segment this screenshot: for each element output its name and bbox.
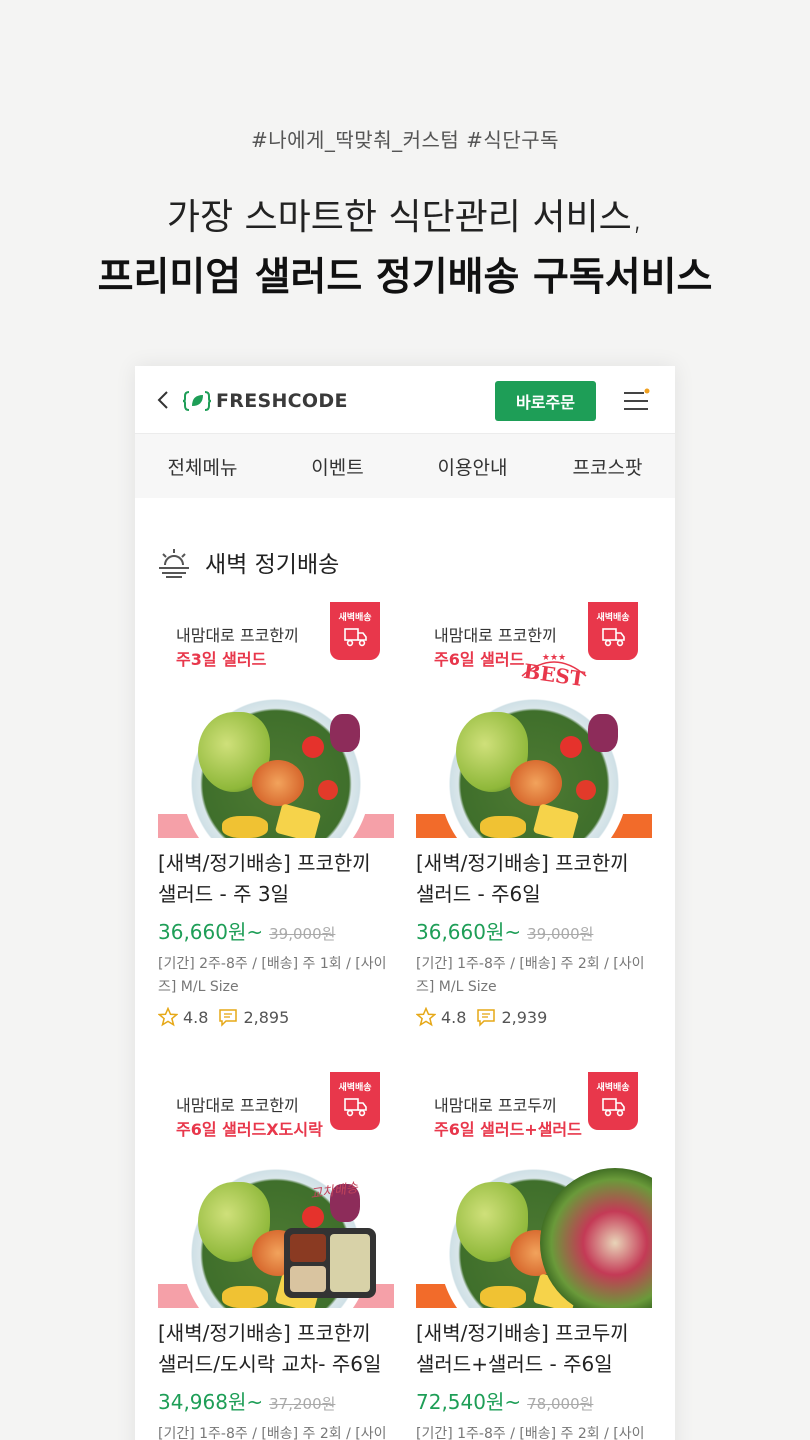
hero-subheadline: 프리미엄 샐러드 정기배송 구독서비스 (97, 255, 713, 300)
app-screen: FRESHCODE 바로주문 전체메뉴 이벤트 이용안내 프코스팟 새벽 정기배… (135, 366, 675, 1440)
price-row: 36,660원~ 39,000원 (416, 916, 652, 945)
nav-item-all-menu[interactable]: 전체메뉴 (135, 434, 270, 498)
original-price: 37,200원 (269, 1395, 336, 1413)
promo-line-2: 주6일 샐러드+샐러드 (434, 1120, 582, 1139)
promo-line-1: 내맘대로 프코두끼 (434, 1096, 557, 1115)
product-stats: 4.8 2,939 (416, 1007, 652, 1027)
dawn-delivery-badge: 새벽배송 (330, 1072, 380, 1130)
product-name[interactable]: [새벽/정기배송] 프코한끼 샐러드 - 주6일 (416, 848, 652, 910)
product-options: [기간] 1주-8주 / [배송] 주 2회 / [사이 (158, 1426, 387, 1440)
dawn-delivery-badge: 새벽배송 (330, 602, 380, 660)
leaf-logo-icon (183, 391, 211, 411)
star-icon (158, 1007, 178, 1027)
nav-item-guide[interactable]: 이용안내 (405, 434, 540, 498)
product-image[interactable]: 내맘대로 프코두끼 주6일 샐러드+샐러드 새벽배송 (416, 1072, 652, 1308)
product-options: [기간] 1주-8주 / [배송] 주 2회 / [사이즈] M/L Size (416, 956, 645, 995)
sale-price: 36,660원~ (158, 920, 264, 944)
product-options: [기간] 1주-8주 / [배송] 주 2회 / [사이 (416, 1426, 645, 1440)
nav-item-pco-spot[interactable]: 프코스팟 (540, 434, 675, 498)
original-price: 39,000원 (527, 925, 594, 943)
logo-text: FRESHCODE (216, 390, 348, 412)
nav-item-events[interactable]: 이벤트 (270, 434, 405, 498)
product-name[interactable]: [새벽/정기배송] 프코두끼 샐러드+샐러드 - 주6일 (416, 1318, 652, 1380)
product-card[interactable]: 교차배송 내맘대로 프코한끼 주6일 샐러드X도시락 새벽배송 [새벽/정기배송… (158, 1072, 394, 1440)
hero-tag: #나에게_딱맞춰_커스텀 #식단구독 (250, 128, 560, 152)
sunrise-icon (159, 549, 189, 578)
promo-line-1: 내맘대로 프코한끼 (434, 626, 557, 645)
product-card[interactable]: 내맘대로 프코한끼 주3일 샐러드 새벽배송 [새벽/정기배송] 프코한끼 샐러… (158, 602, 394, 1027)
dawn-delivery-badge: 새벽배송 (588, 1072, 638, 1130)
badge-label: 새벽배송 (338, 613, 372, 623)
hero-headline: 가장 스마트한 식단관리 서비스, (166, 197, 644, 238)
product-image[interactable]: 내맘대로 프코한끼 주6일 샐러드 BEST ★★★ 새벽배송 (416, 602, 652, 838)
best-stamp-text: BEST (522, 659, 586, 691)
comment-icon (219, 1009, 238, 1027)
price-row: 72,540원~ 78,000원 (416, 1386, 652, 1415)
star-icon (416, 1007, 436, 1027)
price-row: 36,660원~ 39,000원 (158, 916, 394, 945)
hamburger-menu-icon[interactable] (622, 388, 650, 414)
delivery-truck-icon (344, 628, 367, 647)
rating-value: 4.8 (441, 1007, 467, 1027)
app-header: FRESHCODE 바로주문 (135, 366, 675, 434)
back-arrow-icon[interactable] (153, 388, 175, 412)
product-name[interactable]: [새벽/정기배송] 프코한끼 샐러드/도시락 교차- 주6일 (158, 1318, 394, 1380)
product-image[interactable]: 내맘대로 프코한끼 주3일 샐러드 새벽배송 (158, 602, 394, 838)
product-stats: 4.8 2,895 (158, 1007, 394, 1027)
product-name[interactable]: [새벽/정기배송] 프코한끼 샐러드 - 주 3일 (158, 848, 394, 910)
promo-line-1: 내맘대로 프코한끼 (176, 1096, 299, 1115)
rating-value: 4.8 (183, 1007, 209, 1027)
product-options: [기간] 2주-8주 / [배송] 주 1회 / [사이즈] M/L Size (158, 956, 387, 995)
product-card[interactable]: 내맘대로 프코두끼 주6일 샐러드+샐러드 새벽배송 [새벽/정기배송] 프코두… (416, 1072, 652, 1440)
main-nav: 전체메뉴 이벤트 이용안내 프코스팟 (135, 434, 675, 498)
delivery-truck-icon (602, 628, 625, 647)
original-price: 78,000원 (527, 1395, 594, 1413)
badge-label: 새벽배송 (338, 1083, 372, 1093)
badge-label: 새벽배송 (596, 613, 630, 623)
review-count: 2,895 (243, 1007, 290, 1027)
section-title: 새벽 정기배송 (205, 552, 340, 578)
dawn-delivery-badge: 새벽배송 (588, 602, 638, 660)
original-price: 39,000원 (269, 925, 336, 943)
promo-line-2: 주3일 샐러드 (176, 650, 267, 669)
order-now-button[interactable]: 바로주문 (495, 381, 596, 421)
delivery-truck-icon (602, 1098, 625, 1117)
section-header: 새벽 정기배송 (157, 544, 339, 580)
salad-bowl-image (440, 690, 628, 838)
lunchbox-image (284, 1228, 376, 1298)
price-row: 34,968원~ 37,200원 (158, 1386, 394, 1415)
promo-line-1: 내맘대로 프코한끼 (176, 626, 299, 645)
salad-bowl-image (182, 690, 370, 838)
best-stamp: BEST ★★★ (521, 653, 587, 691)
sale-price: 34,968원~ (158, 1390, 264, 1414)
product-image[interactable]: 교차배송 내맘대로 프코한끼 주6일 샐러드X도시락 새벽배송 (158, 1072, 394, 1308)
sale-price: 36,660원~ (416, 920, 522, 944)
review-count: 2,939 (501, 1007, 548, 1027)
comment-icon (477, 1009, 496, 1027)
promo-line-2: 주6일 샐러드X도시락 (176, 1120, 323, 1139)
delivery-truck-icon (344, 1098, 367, 1117)
badge-label: 새벽배송 (596, 1083, 630, 1093)
promo-line-2: 주6일 샐러드 (434, 650, 525, 669)
product-card[interactable]: 내맘대로 프코한끼 주6일 샐러드 BEST ★★★ 새벽배송 [새벽/정기배송… (416, 602, 652, 1027)
svg-text:★★★: ★★★ (542, 653, 566, 663)
freshcode-logo[interactable]: FRESHCODE (183, 388, 348, 414)
sale-price: 72,540원~ (416, 1390, 522, 1414)
